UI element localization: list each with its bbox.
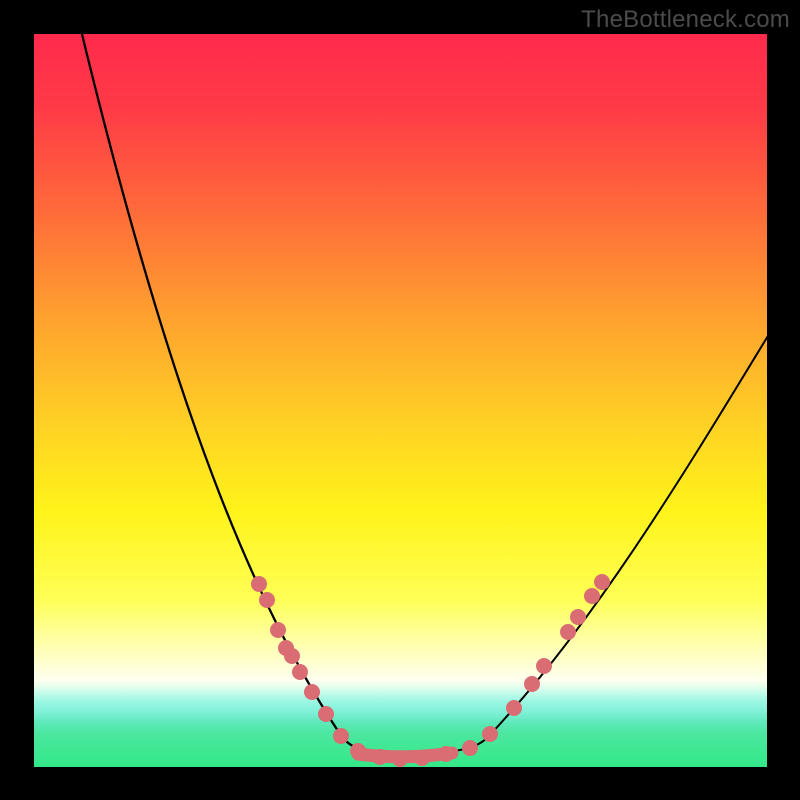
- watermark-text: TheBottleneck.com: [581, 6, 790, 34]
- chart-svg: [34, 34, 767, 767]
- marker-dot: [438, 746, 454, 762]
- marker-dot: [318, 706, 334, 722]
- marker-dot: [284, 648, 300, 664]
- marker-dot: [584, 588, 600, 604]
- series-left-curve: [80, 26, 372, 752]
- series-right-curve: [444, 326, 774, 752]
- marker-dot: [570, 609, 586, 625]
- marker-dot: [414, 750, 430, 766]
- curve-group: [80, 26, 774, 757]
- marker-dot: [594, 574, 610, 590]
- plot-area: [34, 34, 767, 767]
- marker-dot: [506, 700, 522, 716]
- chart-frame: TheBottleneck.com: [0, 0, 800, 800]
- marker-dot: [372, 749, 388, 765]
- marker-dot: [536, 658, 552, 674]
- marker-dot: [524, 676, 540, 692]
- marker-dot: [560, 624, 576, 640]
- marker-dot: [304, 684, 320, 700]
- marker-dot: [270, 622, 286, 638]
- marker-dot: [482, 726, 498, 742]
- marker-dot: [259, 592, 275, 608]
- markers-group: [251, 574, 610, 767]
- marker-dot: [251, 576, 267, 592]
- marker-dot: [292, 664, 308, 680]
- marker-dot: [462, 740, 478, 756]
- marker-dot: [392, 751, 408, 767]
- marker-dot: [333, 728, 349, 744]
- marker-dot: [350, 743, 366, 759]
